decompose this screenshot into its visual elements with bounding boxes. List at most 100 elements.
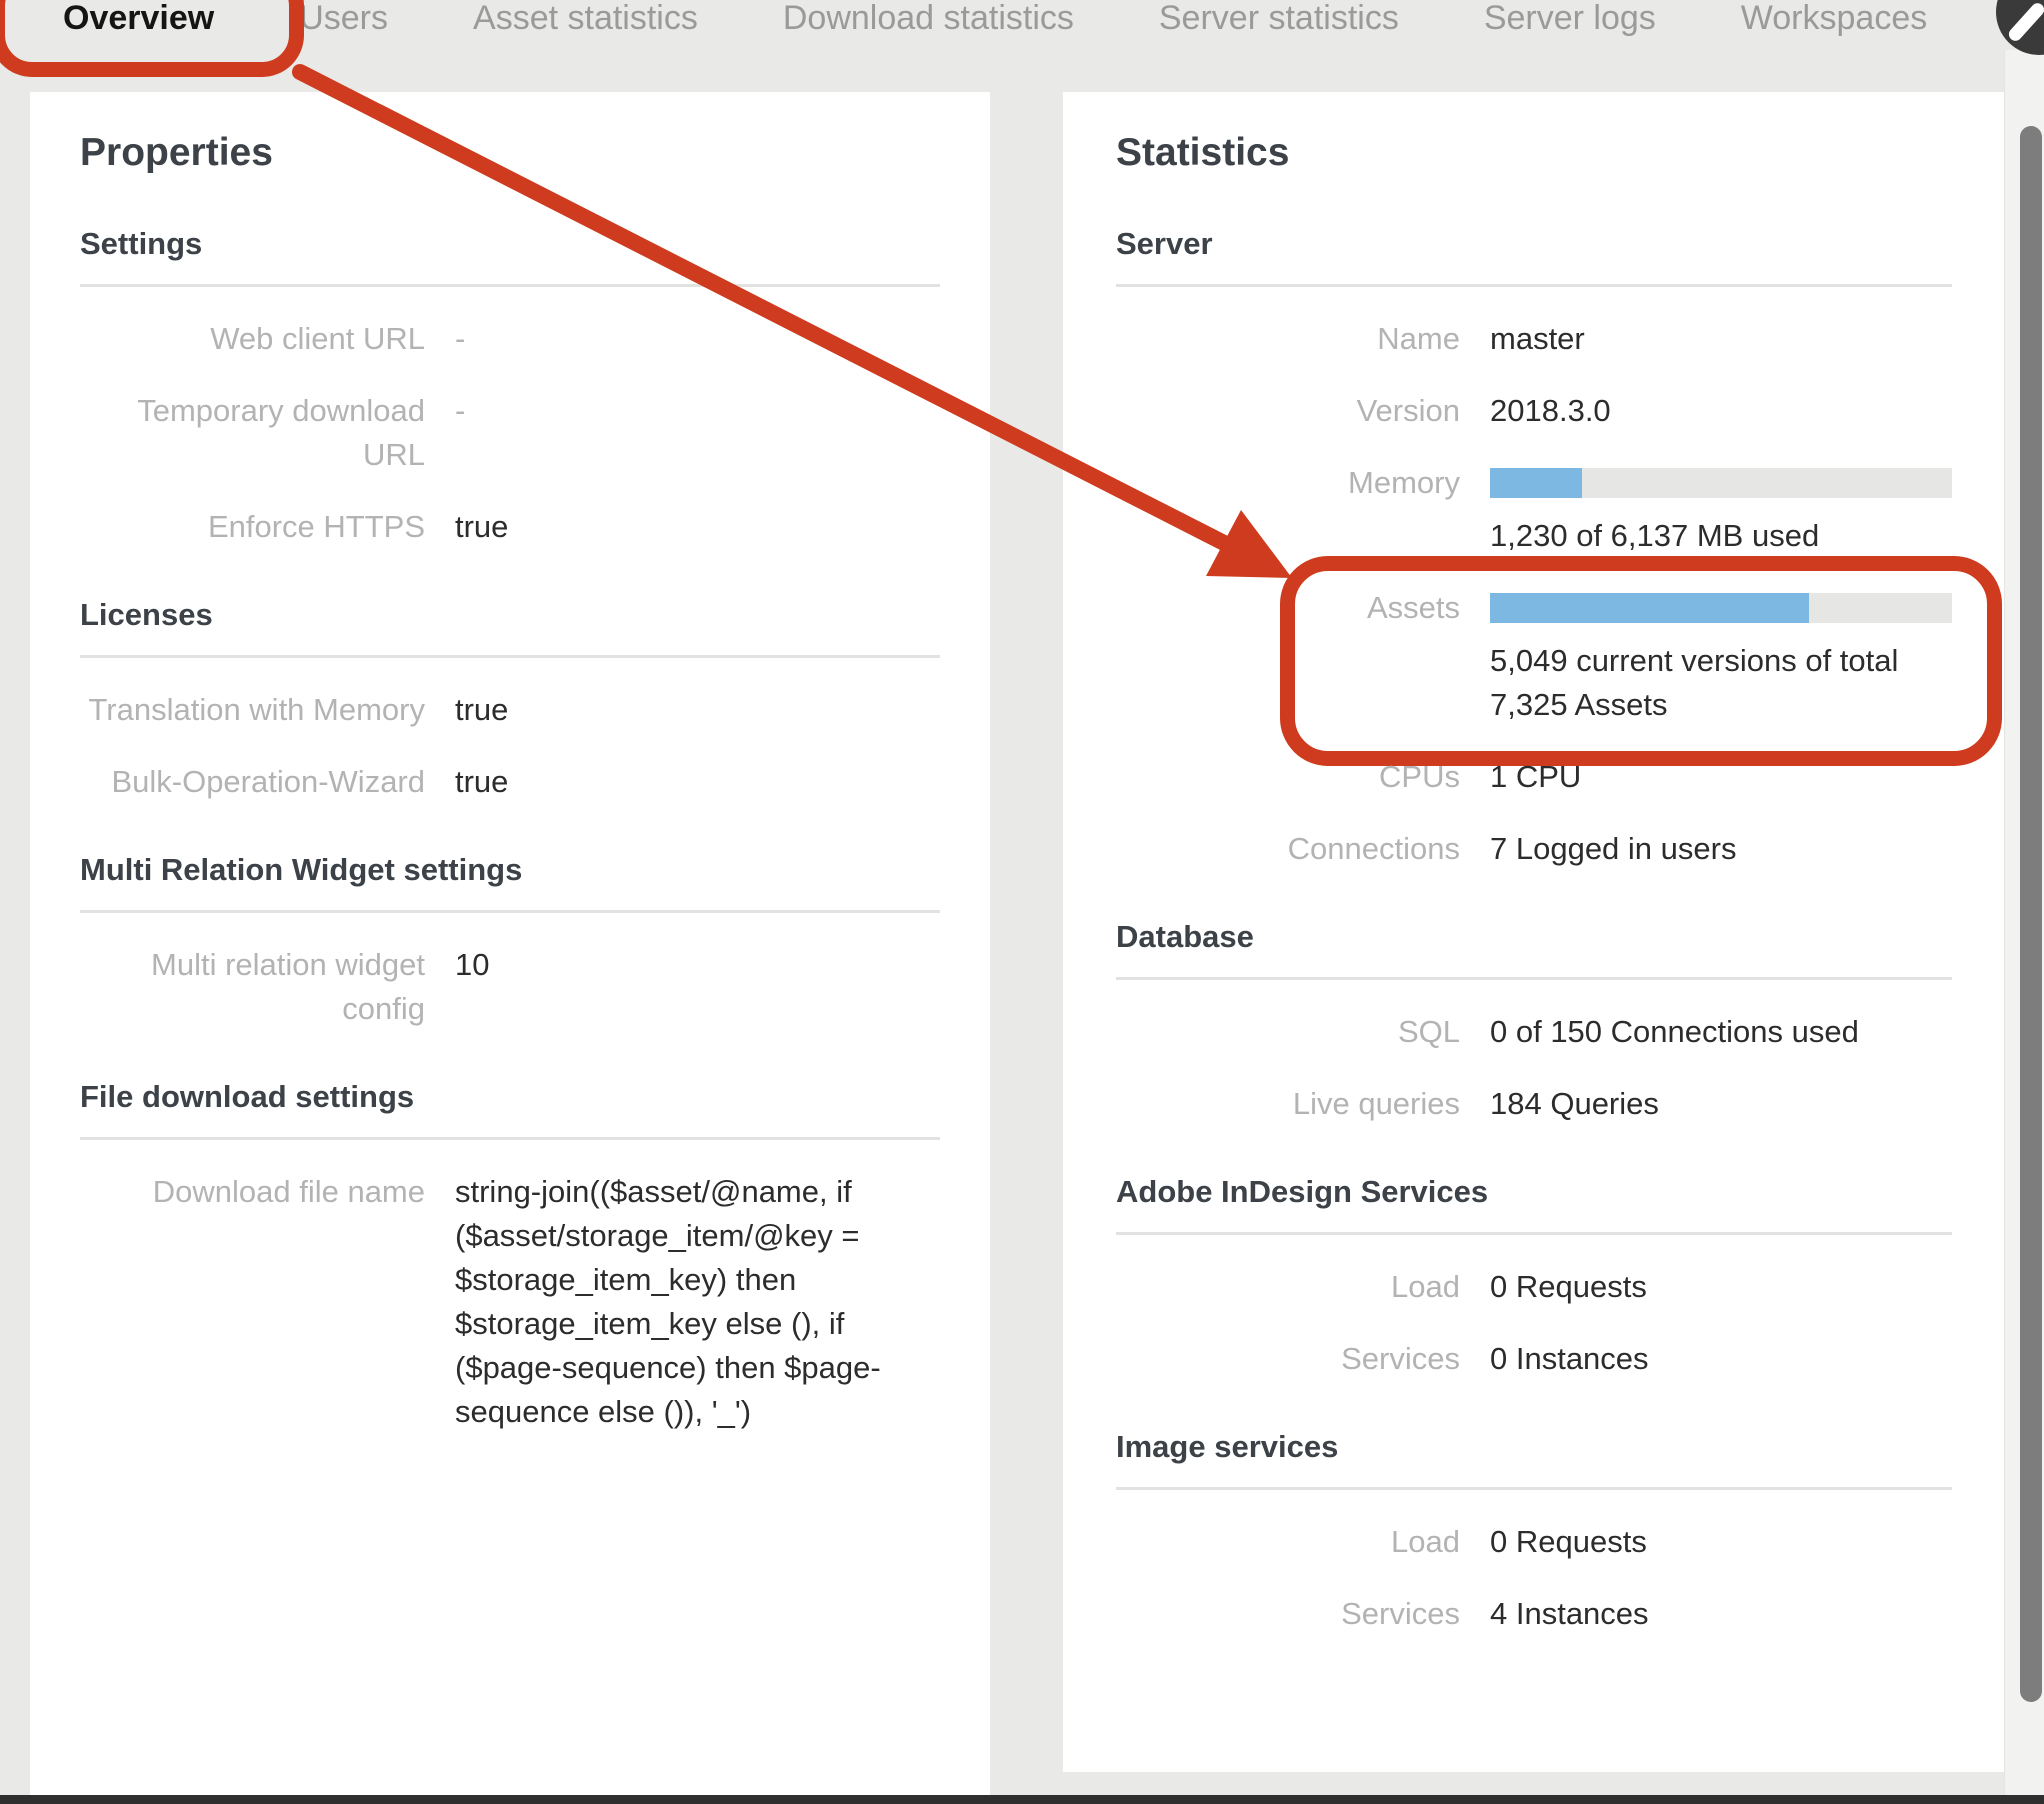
properties-panel: Properties SettingsWeb client URL-Tempor… (30, 92, 990, 1797)
properties-sections: SettingsWeb client URL-Temporary downloa… (80, 224, 940, 1434)
row-value-text: 10 (455, 943, 940, 987)
progress-bar (1490, 593, 1952, 623)
row-value: - (455, 389, 940, 477)
property-row: Web client URL- (80, 317, 940, 361)
row-label: Translation with Memory (80, 688, 425, 732)
row-value: 1 CPU (1490, 755, 1952, 799)
property-row: Connections 7 Logged in users (1116, 827, 1952, 871)
row-value-text: 0 Requests (1490, 1520, 1952, 1564)
property-row: Services 4 Instances (1116, 1592, 1952, 1636)
section-heading: Image services (1116, 1427, 1952, 1490)
tab-workspaces[interactable]: Workspaces (1741, 0, 1927, 43)
row-label: Enforce HTTPS (80, 505, 425, 549)
section-heading: Server (1116, 224, 1952, 287)
row-label: Download file name (80, 1170, 425, 1434)
wrench-icon[interactable] (1996, 0, 2044, 55)
row-value-text: true (455, 688, 940, 732)
tab-server-statistics[interactable]: Server statistics (1159, 0, 1399, 43)
wrench-glyph (2006, 1, 2044, 44)
properties-title: Properties (80, 130, 940, 176)
tab-server-logs[interactable]: Server logs (1484, 0, 1656, 43)
row-label: Services (1116, 1592, 1460, 1636)
row-value: true (455, 688, 940, 732)
section-heading: Database (1116, 917, 1952, 980)
bottom-bar (0, 1795, 2044, 1804)
section-heading: Settings (80, 224, 940, 287)
row-value: 1,230 of 6,137 MB used (1490, 461, 1952, 558)
property-row: Version 2018.3.0 (1116, 389, 1952, 433)
row-value: 7 Logged in users (1490, 827, 1952, 871)
progress-fill (1490, 468, 1582, 498)
row-value: string-join(($asset/@name, if ($asset/st… (455, 1170, 940, 1434)
row-label: Name (1116, 317, 1460, 361)
row-label: Memory (1116, 461, 1460, 558)
property-row: Download file namestring-join(($asset/@n… (80, 1170, 940, 1434)
row-value-text: - (455, 317, 940, 361)
row-value-text: 1 CPU (1490, 755, 1952, 799)
scrollbar-thumb[interactable] (2020, 126, 2042, 1702)
row-value: master (1490, 317, 1952, 361)
row-value: true (455, 505, 940, 549)
tab-download-statistics[interactable]: Download statistics (783, 0, 1074, 43)
row-value: - (455, 317, 940, 361)
statistics-title: Statistics (1116, 130, 1952, 176)
row-value-text: true (455, 505, 940, 549)
row-value-text: 184 Queries (1490, 1082, 1952, 1126)
row-value-text: master (1490, 317, 1952, 361)
section-heading: Multi Relation Widget settings (80, 850, 940, 913)
property-row: Assets 5,049 current versions of total 7,… (1116, 586, 1952, 727)
property-row: Temporary download URL- (80, 389, 940, 477)
tab-asset-statistics[interactable]: Asset statistics (473, 0, 698, 43)
row-label: Assets (1116, 586, 1460, 727)
tab-users[interactable]: Users (299, 0, 388, 43)
row-label: Temporary download URL (80, 389, 425, 477)
row-value-text: 2018.3.0 (1490, 389, 1952, 433)
row-label: Version (1116, 389, 1460, 433)
section-heading: File download settings (80, 1077, 940, 1140)
property-row: CPUs 1 CPU (1116, 755, 1952, 799)
row-value-text: 4 Instances (1490, 1592, 1952, 1636)
row-value: 184 Queries (1490, 1082, 1952, 1126)
row-value: true (455, 760, 940, 804)
row-label: Web client URL (80, 317, 425, 361)
row-label: SQL (1116, 1010, 1460, 1054)
progress-bar (1490, 468, 1952, 498)
row-value-text: 1,230 of 6,137 MB used (1490, 514, 1952, 558)
row-value-text: 0 Requests (1490, 1265, 1952, 1309)
row-label: Connections (1116, 827, 1460, 871)
tab-overview[interactable]: Overview (63, 0, 214, 43)
property-row: Load 0 Requests (1116, 1520, 1952, 1564)
row-label: Live queries (1116, 1082, 1460, 1126)
row-value-text: - (455, 389, 940, 433)
property-row: Services 0 Instances (1116, 1337, 1952, 1381)
property-row: SQL 0 of 150 Connections used (1116, 1010, 1952, 1054)
row-label: Load (1116, 1520, 1460, 1564)
row-value-text: 7 Logged in users (1490, 827, 1952, 871)
row-value-text: 0 Instances (1490, 1337, 1952, 1381)
row-value: 4 Instances (1490, 1592, 1952, 1636)
row-label: Bulk-Operation-Wizard (80, 760, 425, 804)
row-value: 0 Instances (1490, 1337, 1952, 1381)
property-row: Memory 1,230 of 6,137 MB used (1116, 461, 1952, 558)
row-value: 0 Requests (1490, 1520, 1952, 1564)
scrollbar-track[interactable] (2004, 50, 2044, 1795)
statistics-sections: Server Name master Version 2018.3.0 Memory 1,2… (1116, 224, 1952, 1636)
section-heading: Licenses (80, 595, 940, 658)
property-row: Bulk-Operation-Wizard true (80, 760, 940, 804)
row-label: Services (1116, 1337, 1460, 1381)
row-label: Multi relation widget config (80, 943, 425, 1031)
row-value-text: 0 of 150 Connections used (1490, 1010, 1952, 1054)
property-row: Multi relation widget config 10 (80, 943, 940, 1031)
tab-bar: Overview Users Asset statistics Download st… (63, 0, 2044, 43)
property-row: Load 0 Requests (1116, 1265, 1952, 1309)
property-row: Enforce HTTPS true (80, 505, 940, 549)
statistics-panel: Statistics Server Name master Version 2018.3… (1063, 92, 2005, 1772)
row-label: Load (1116, 1265, 1460, 1309)
progress-fill (1490, 593, 1809, 623)
row-value-text: 5,049 current versions of total 7,325 As… (1490, 639, 1952, 727)
property-row: Translation with Memory true (80, 688, 940, 732)
row-value: 10 (455, 943, 940, 1031)
row-value: 0 Requests (1490, 1265, 1952, 1309)
row-label: CPUs (1116, 755, 1460, 799)
row-value-text: string-join(($asset/@name, if ($asset/st… (455, 1170, 940, 1434)
